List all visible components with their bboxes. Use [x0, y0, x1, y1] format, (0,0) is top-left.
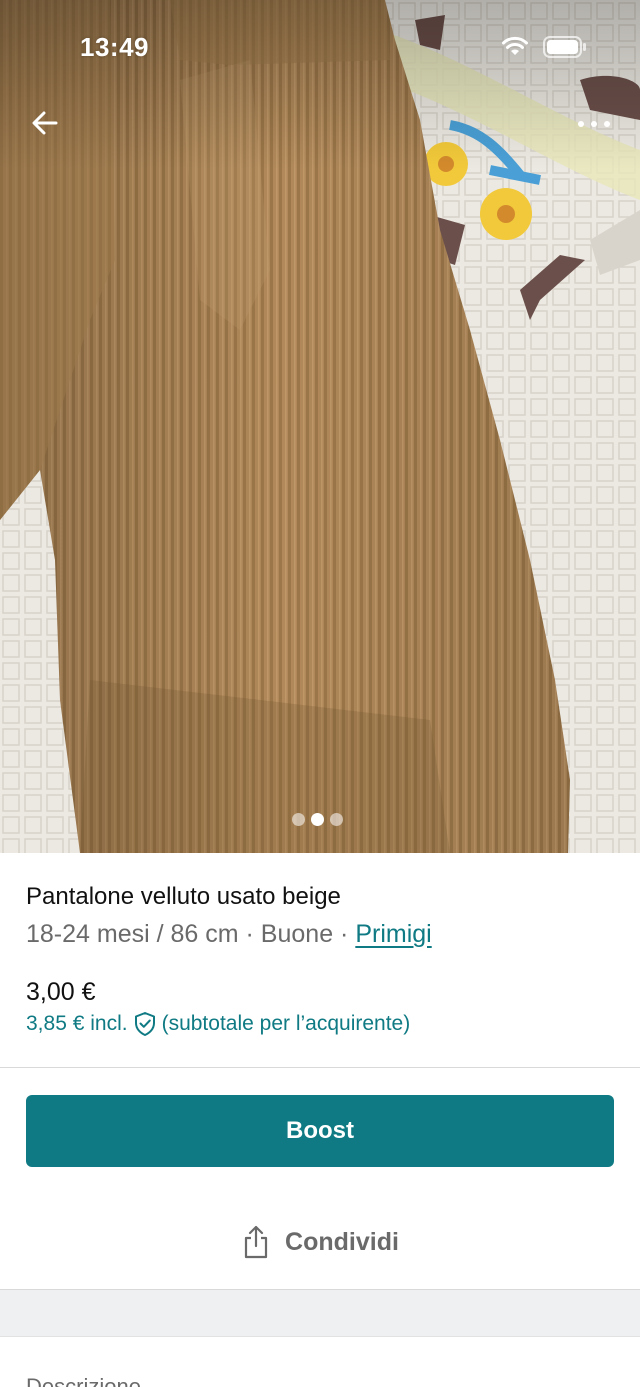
wifi-icon: [502, 36, 528, 55]
carousel-dot[interactable]: [330, 813, 343, 826]
share-button[interactable]: Condividi: [200, 1212, 440, 1272]
divider: [0, 1336, 640, 1337]
item-meta: 18-24 mesi / 86 cm · Buone · Primigi: [26, 916, 616, 952]
item-price: 3,00 €: [26, 978, 96, 1006]
description-heading: Descrizione: [26, 1374, 141, 1387]
divider: [0, 1067, 640, 1068]
buyer-protection-price[interactable]: 3,85 € incl. (subtotale per l’acquirente…: [26, 1011, 410, 1037]
battery-icon: [543, 36, 586, 58]
more-options-button[interactable]: [568, 104, 620, 144]
shield-check-icon: [134, 1012, 155, 1036]
status-time: 13:49: [80, 32, 149, 62]
item-title: Pantalone velluto usato beige: [26, 883, 341, 910]
price-incl-amount: 3,85 € incl.: [26, 1012, 128, 1035]
item-info: Pantalone velluto usato beige 18-24 mesi…: [26, 880, 616, 952]
arrow-left-icon: [32, 111, 58, 135]
carousel-dot[interactable]: [292, 813, 305, 826]
back-button[interactable]: [22, 100, 68, 146]
share-label: Condividi: [285, 1227, 399, 1256]
item-meta-text: 18-24 mesi / 86 cm · Buone ·: [26, 920, 356, 948]
status-bar: 13:49: [0, 0, 640, 96]
section-separator: [0, 1290, 640, 1336]
product-photo[interactable]: 13:49: [0, 0, 640, 853]
product-image: [0, 0, 640, 853]
carousel-indicator: [292, 813, 343, 827]
price-incl-note: (subtotale per l’acquirente): [161, 1012, 411, 1035]
more-horizontal-icon: [578, 121, 610, 127]
share-icon: [244, 1225, 268, 1259]
carousel-dot-active[interactable]: [311, 813, 324, 826]
brand-link[interactable]: Primigi: [355, 920, 431, 948]
boost-button[interactable]: Boost: [26, 1095, 614, 1167]
